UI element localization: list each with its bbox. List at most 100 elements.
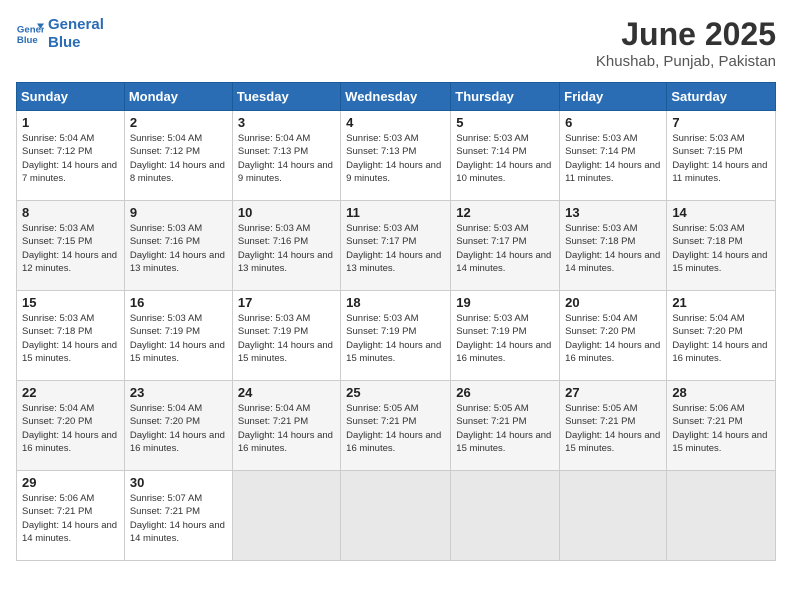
day-info: Sunrise: 5:03 AMSunset: 7:17 PMDaylight:… — [456, 222, 554, 275]
day-number: 19 — [456, 295, 554, 310]
day-info: Sunrise: 5:03 AMSunset: 7:19 PMDaylight:… — [130, 312, 227, 365]
day-number: 26 — [456, 385, 554, 400]
table-row: 22 Sunrise: 5:04 AMSunset: 7:20 PMDaylig… — [17, 381, 125, 471]
table-row — [232, 471, 340, 561]
table-row: 24 Sunrise: 5:04 AMSunset: 7:21 PMDaylig… — [232, 381, 340, 471]
table-row — [560, 471, 667, 561]
table-row: 9 Sunrise: 5:03 AMSunset: 7:16 PMDayligh… — [124, 201, 232, 291]
day-number: 20 — [565, 295, 661, 310]
day-number: 18 — [346, 295, 445, 310]
table-row: 19 Sunrise: 5:03 AMSunset: 7:19 PMDaylig… — [451, 291, 560, 381]
day-number: 10 — [238, 205, 335, 220]
day-number: 2 — [130, 115, 227, 130]
day-info: Sunrise: 5:03 AMSunset: 7:17 PMDaylight:… — [346, 222, 445, 275]
logo-line1: General — [48, 16, 104, 33]
table-row: 30 Sunrise: 5:07 AMSunset: 7:21 PMDaylig… — [124, 471, 232, 561]
title-block: June 2025 Khushab, Punjab, Pakistan — [596, 16, 776, 70]
table-row: 21 Sunrise: 5:04 AMSunset: 7:20 PMDaylig… — [667, 291, 776, 381]
day-number: 30 — [130, 475, 227, 490]
logo-text: General Blue — [48, 16, 104, 52]
day-number: 24 — [238, 385, 335, 400]
table-row: 11 Sunrise: 5:03 AMSunset: 7:17 PMDaylig… — [341, 201, 451, 291]
day-number: 22 — [22, 385, 119, 400]
table-row — [341, 471, 451, 561]
day-number: 8 — [22, 205, 119, 220]
day-info: Sunrise: 5:05 AMSunset: 7:21 PMDaylight:… — [346, 402, 445, 455]
day-number: 4 — [346, 115, 445, 130]
day-number: 21 — [672, 295, 770, 310]
table-row: 5 Sunrise: 5:03 AMSunset: 7:14 PMDayligh… — [451, 111, 560, 201]
header-wednesday: Wednesday — [341, 83, 451, 111]
logo-line2: Blue — [48, 34, 81, 51]
header-monday: Monday — [124, 83, 232, 111]
calendar-row: 15 Sunrise: 5:03 AMSunset: 7:18 PMDaylig… — [17, 291, 776, 381]
table-row: 12 Sunrise: 5:03 AMSunset: 7:17 PMDaylig… — [451, 201, 560, 291]
calendar-row: 1 Sunrise: 5:04 AMSunset: 7:12 PMDayligh… — [17, 111, 776, 201]
day-number: 11 — [346, 205, 445, 220]
calendar-row: 22 Sunrise: 5:04 AMSunset: 7:20 PMDaylig… — [17, 381, 776, 471]
day-info: Sunrise: 5:03 AMSunset: 7:19 PMDaylight:… — [456, 312, 554, 365]
logo-icon: General Blue — [16, 20, 44, 48]
table-row — [667, 471, 776, 561]
calendar-row: 29 Sunrise: 5:06 AMSunset: 7:21 PMDaylig… — [17, 471, 776, 561]
table-row: 20 Sunrise: 5:04 AMSunset: 7:20 PMDaylig… — [560, 291, 667, 381]
day-info: Sunrise: 5:06 AMSunset: 7:21 PMDaylight:… — [672, 402, 770, 455]
day-info: Sunrise: 5:07 AMSunset: 7:21 PMDaylight:… — [130, 492, 227, 545]
month-title: June 2025 — [596, 16, 776, 53]
day-info: Sunrise: 5:04 AMSunset: 7:13 PMDaylight:… — [238, 132, 335, 185]
day-info: Sunrise: 5:03 AMSunset: 7:19 PMDaylight:… — [238, 312, 335, 365]
day-number: 9 — [130, 205, 227, 220]
table-row — [451, 471, 560, 561]
table-row: 3 Sunrise: 5:04 AMSunset: 7:13 PMDayligh… — [232, 111, 340, 201]
day-info: Sunrise: 5:04 AMSunset: 7:20 PMDaylight:… — [22, 402, 119, 455]
day-number: 15 — [22, 295, 119, 310]
table-row: 7 Sunrise: 5:03 AMSunset: 7:15 PMDayligh… — [667, 111, 776, 201]
day-info: Sunrise: 5:03 AMSunset: 7:14 PMDaylight:… — [565, 132, 661, 185]
day-info: Sunrise: 5:04 AMSunset: 7:20 PMDaylight:… — [130, 402, 227, 455]
day-number: 12 — [456, 205, 554, 220]
day-number: 5 — [456, 115, 554, 130]
day-number: 29 — [22, 475, 119, 490]
day-number: 16 — [130, 295, 227, 310]
table-row: 13 Sunrise: 5:03 AMSunset: 7:18 PMDaylig… — [560, 201, 667, 291]
day-info: Sunrise: 5:05 AMSunset: 7:21 PMDaylight:… — [456, 402, 554, 455]
day-number: 14 — [672, 205, 770, 220]
table-row: 16 Sunrise: 5:03 AMSunset: 7:19 PMDaylig… — [124, 291, 232, 381]
day-info: Sunrise: 5:04 AMSunset: 7:12 PMDaylight:… — [130, 132, 227, 185]
table-row: 15 Sunrise: 5:03 AMSunset: 7:18 PMDaylig… — [17, 291, 125, 381]
day-info: Sunrise: 5:04 AMSunset: 7:12 PMDaylight:… — [22, 132, 119, 185]
day-info: Sunrise: 5:04 AMSunset: 7:21 PMDaylight:… — [238, 402, 335, 455]
table-row: 4 Sunrise: 5:03 AMSunset: 7:13 PMDayligh… — [341, 111, 451, 201]
day-info: Sunrise: 5:03 AMSunset: 7:18 PMDaylight:… — [22, 312, 119, 365]
header-saturday: Saturday — [667, 83, 776, 111]
day-info: Sunrise: 5:03 AMSunset: 7:16 PMDaylight:… — [238, 222, 335, 275]
day-info: Sunrise: 5:03 AMSunset: 7:14 PMDaylight:… — [456, 132, 554, 185]
day-info: Sunrise: 5:04 AMSunset: 7:20 PMDaylight:… — [672, 312, 770, 365]
page-header: General Blue General Blue June 2025 Khus… — [16, 16, 776, 70]
logo: General Blue General Blue — [16, 16, 104, 52]
table-row: 1 Sunrise: 5:04 AMSunset: 7:12 PMDayligh… — [17, 111, 125, 201]
table-row: 26 Sunrise: 5:05 AMSunset: 7:21 PMDaylig… — [451, 381, 560, 471]
header-tuesday: Tuesday — [232, 83, 340, 111]
svg-text:Blue: Blue — [17, 35, 38, 46]
day-number: 1 — [22, 115, 119, 130]
table-row: 6 Sunrise: 5:03 AMSunset: 7:14 PMDayligh… — [560, 111, 667, 201]
day-number: 13 — [565, 205, 661, 220]
header-sunday: Sunday — [17, 83, 125, 111]
day-number: 6 — [565, 115, 661, 130]
day-number: 28 — [672, 385, 770, 400]
day-number: 25 — [346, 385, 445, 400]
day-info: Sunrise: 5:06 AMSunset: 7:21 PMDaylight:… — [22, 492, 119, 545]
calendar-row: 8 Sunrise: 5:03 AMSunset: 7:15 PMDayligh… — [17, 201, 776, 291]
day-number: 17 — [238, 295, 335, 310]
day-info: Sunrise: 5:03 AMSunset: 7:18 PMDaylight:… — [565, 222, 661, 275]
table-row: 2 Sunrise: 5:04 AMSunset: 7:12 PMDayligh… — [124, 111, 232, 201]
day-info: Sunrise: 5:05 AMSunset: 7:21 PMDaylight:… — [565, 402, 661, 455]
table-row: 18 Sunrise: 5:03 AMSunset: 7:19 PMDaylig… — [341, 291, 451, 381]
table-row: 27 Sunrise: 5:05 AMSunset: 7:21 PMDaylig… — [560, 381, 667, 471]
day-number: 27 — [565, 385, 661, 400]
day-info: Sunrise: 5:03 AMSunset: 7:15 PMDaylight:… — [672, 132, 770, 185]
day-number: 3 — [238, 115, 335, 130]
day-info: Sunrise: 5:03 AMSunset: 7:18 PMDaylight:… — [672, 222, 770, 275]
table-row: 23 Sunrise: 5:04 AMSunset: 7:20 PMDaylig… — [124, 381, 232, 471]
